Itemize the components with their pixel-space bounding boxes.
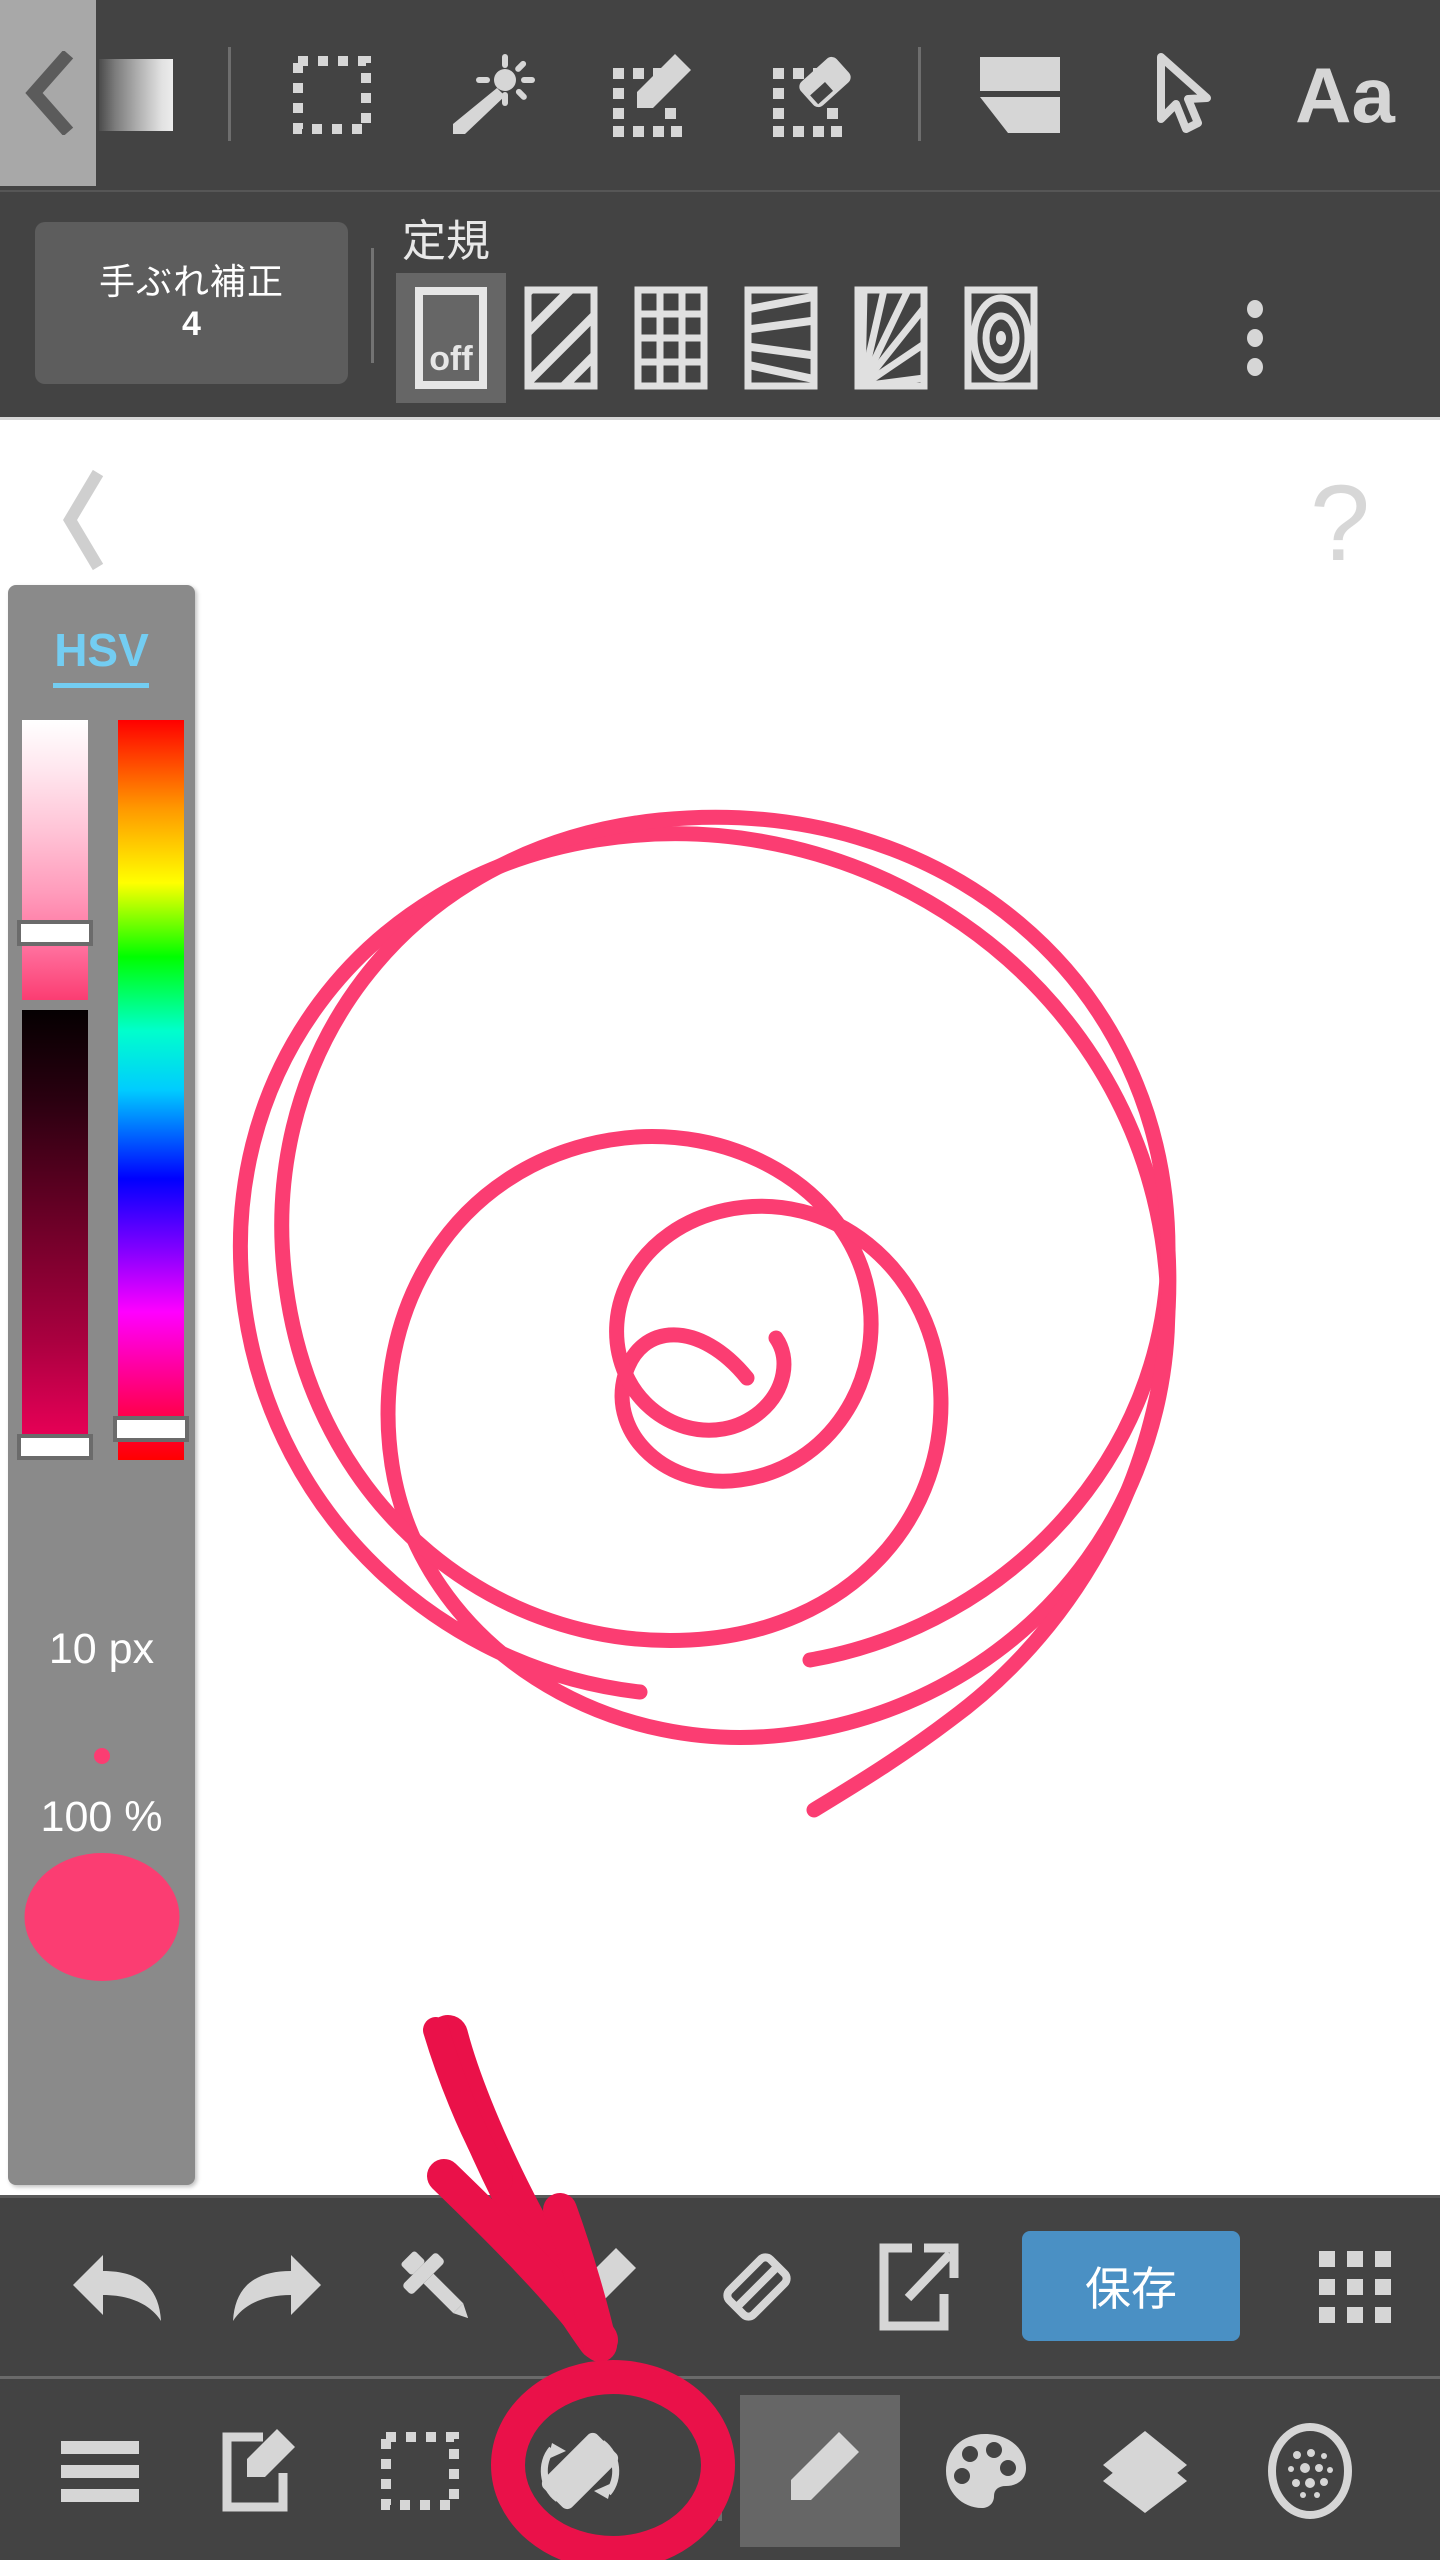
select-pen-tool[interactable] xyxy=(592,0,712,190)
ruler-option-parallel[interactable] xyxy=(506,273,616,403)
toolbar-divider-2 xyxy=(918,47,921,141)
pencil-icon xyxy=(791,2432,859,2500)
saturation-track xyxy=(22,720,88,1000)
dashed-rect-pencil-icon xyxy=(613,54,691,137)
ruler-divider xyxy=(371,248,374,363)
palette-icon xyxy=(946,2434,1026,2508)
current-color-preview[interactable] xyxy=(24,1853,179,1981)
bottom-nav-bar xyxy=(0,2376,1440,2560)
pink-spiral-drawing xyxy=(233,809,1177,1818)
top-toolbar: Aa xyxy=(0,0,1440,190)
toolbar-divider-1 xyxy=(228,47,231,141)
ruler-radial-icon xyxy=(854,286,928,390)
more-vertical-icon xyxy=(1247,300,1263,376)
ruler-perspective-icon xyxy=(744,286,818,390)
materials-tab[interactable] xyxy=(1230,2379,1390,2560)
ruler-concentric-icon xyxy=(964,286,1038,390)
undo-arrow-icon xyxy=(73,2255,161,2321)
select-rectangle-tool[interactable] xyxy=(272,0,392,190)
ruler-parallel-icon xyxy=(524,286,598,390)
layers-tab[interactable] xyxy=(1065,2379,1225,2560)
brush-button[interactable] xyxy=(522,2198,672,2376)
ruler-option-off[interactable]: off xyxy=(396,273,506,403)
ruler-option-concentric[interactable] xyxy=(946,273,1056,403)
magic-wand-tool[interactable] xyxy=(432,0,552,190)
hue-slider[interactable] xyxy=(113,720,189,1460)
ruler-more-button[interactable] xyxy=(1205,273,1305,403)
ruler-off-icon: off xyxy=(415,287,487,389)
layers-icon xyxy=(1103,2431,1187,2513)
ruler-option-list: off xyxy=(396,273,1056,403)
hsv-underline xyxy=(53,683,149,688)
grid-menu-icon xyxy=(1319,2251,1391,2323)
selection-button[interactable] xyxy=(340,2379,500,2560)
split-fill-tool[interactable] xyxy=(960,0,1080,190)
ruler-off-label: off xyxy=(429,340,473,378)
redo-button[interactable] xyxy=(202,2198,352,2376)
hamburger-menu-icon xyxy=(61,2441,139,2502)
saturation-slider[interactable] xyxy=(17,720,93,1000)
select-eraser-tool[interactable] xyxy=(752,0,872,190)
palette-tab[interactable] xyxy=(905,2379,1065,2560)
rotate-canvas-button[interactable] xyxy=(500,2379,660,2560)
eyedropper-icon xyxy=(401,2251,469,2319)
menu-button[interactable] xyxy=(20,2379,180,2560)
drawing-canvas[interactable]: ? xyxy=(0,417,1440,2195)
redo-arrow-icon xyxy=(233,2255,321,2321)
eraser-icon xyxy=(723,2253,791,2321)
ruler-grid-icon xyxy=(634,286,708,390)
app-root: Aa 手ぶれ補正 4 定規 off ? HSV 10 px 100 % 保存 xyxy=(0,0,1440,2560)
ruler-option-perspective[interactable] xyxy=(726,273,836,403)
save-button[interactable]: 保存 xyxy=(1022,2231,1240,2341)
split-rect-icon xyxy=(980,57,1060,133)
export-share-icon xyxy=(879,2243,959,2331)
color-panel: HSV 10 px 100 % xyxy=(8,585,195,2185)
brush-tab[interactable] xyxy=(740,2395,900,2547)
new-canvas-button[interactable] xyxy=(180,2379,340,2560)
value-thumb[interactable] xyxy=(17,1434,93,1460)
opacity-label[interactable]: 100 % xyxy=(8,1793,195,1842)
ruler-option-grid[interactable] xyxy=(616,273,726,403)
note-edit-icon xyxy=(222,2429,295,2512)
action-bar: 保存 xyxy=(0,2195,1440,2373)
text-aa-icon: Aa xyxy=(1295,50,1395,139)
ruler-option-radial[interactable] xyxy=(836,273,946,403)
hue-thumb[interactable] xyxy=(113,1416,189,1442)
gradient-swatch[interactable] xyxy=(99,59,173,131)
undo-button[interactable] xyxy=(42,2198,192,2376)
back-chevron-icon xyxy=(25,51,74,135)
hsv-mode-label[interactable]: HSV xyxy=(8,623,195,677)
grid-menu-button[interactable] xyxy=(1280,2198,1430,2376)
texture-circle-icon xyxy=(1268,2423,1352,2519)
eyedropper-button[interactable] xyxy=(362,2198,512,2376)
dashed-rect-eraser-icon xyxy=(773,56,851,137)
brush-size-preview-dot xyxy=(93,1748,110,1764)
move-cursor-tool[interactable] xyxy=(1125,0,1245,190)
value-track xyxy=(22,1010,88,1460)
dashed-rectangle-icon xyxy=(293,56,371,134)
back-button[interactable] xyxy=(0,0,96,186)
stabilizer-button[interactable]: 手ぶれ補正 4 xyxy=(35,222,348,384)
value-slider[interactable] xyxy=(17,1010,93,1460)
pencil-icon xyxy=(568,2248,636,2316)
save-button-label: 保存 xyxy=(1085,2263,1177,2315)
export-button[interactable] xyxy=(842,2198,992,2376)
hue-track xyxy=(118,720,184,1460)
ruler-title: 定規 xyxy=(402,217,490,266)
stabilizer-value: 4 xyxy=(182,304,201,343)
saturation-thumb[interactable] xyxy=(17,920,93,946)
magic-wand-icon xyxy=(453,54,535,134)
stabilizer-label: 手ぶれ補正 xyxy=(98,260,284,302)
dashed-rectangle-icon xyxy=(381,2432,459,2510)
cursor-arrow-icon xyxy=(1157,53,1211,133)
text-tool[interactable]: Aa xyxy=(1285,0,1405,190)
nav-divider xyxy=(718,2425,722,2521)
brush-size-label[interactable]: 10 px xyxy=(8,1625,195,1674)
rotate-device-icon xyxy=(540,2432,620,2510)
eraser-button[interactable] xyxy=(682,2198,832,2376)
